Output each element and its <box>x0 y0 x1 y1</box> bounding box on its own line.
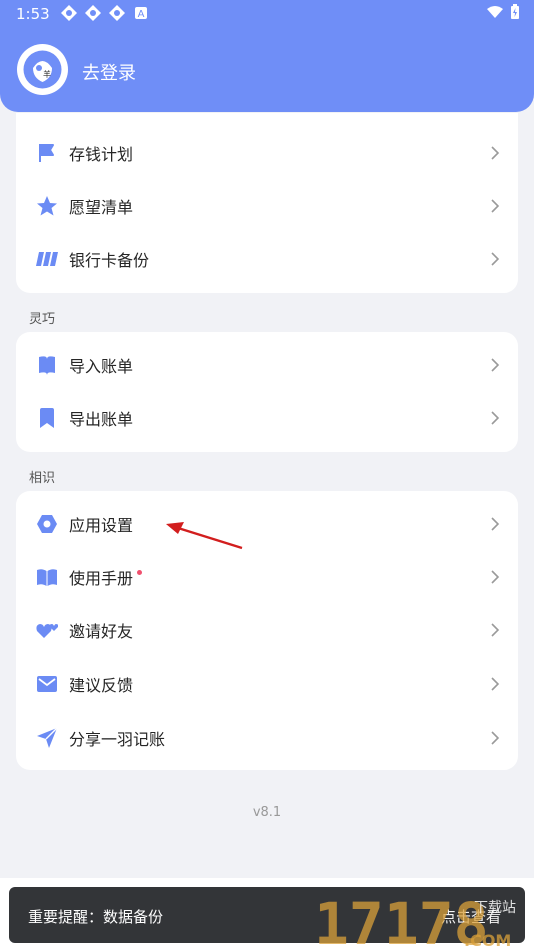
flag-icon <box>39 143 54 162</box>
svg-text:A: A <box>138 9 145 20</box>
mail-icon <box>37 675 57 692</box>
toast-message: 重要提醒：数据备份 <box>28 908 164 926</box>
avatar-glyph: 羊 <box>43 69 51 79</box>
new-badge-dot <box>137 570 142 575</box>
menu-item-label: 邀请好友 <box>69 621 134 641</box>
section-title-acquaint: 相识 <box>29 471 56 486</box>
notification-app-icon <box>109 5 125 21</box>
open-book-icon <box>37 568 57 586</box>
send-icon <box>37 727 58 748</box>
svg-text:下载站: 下载站 <box>474 900 516 916</box>
chevron-right-icon <box>491 410 500 425</box>
card-bills: 导入账单 导出账单 <box>16 332 518 452</box>
chevron-right-icon <box>491 622 500 637</box>
annotation-arrow-icon <box>166 522 243 550</box>
svg-text:17178: 17178 <box>314 890 489 950</box>
star-icon <box>37 195 57 215</box>
status-bar: 1:53 A <box>0 0 534 28</box>
card-app: 应用设置 使用手册 邀请好友 建议反馈 分享一羽记账 <box>16 491 518 770</box>
status-right-icons <box>486 4 520 20</box>
menu-item-label: 愿望清单 <box>69 197 134 217</box>
chevron-right-icon <box>491 145 500 160</box>
notification-app-icon <box>61 5 77 21</box>
hearts-icon <box>36 623 58 638</box>
card-features: 存钱计划 愿望清单 银行卡备份 <box>16 113 518 293</box>
chevron-right-icon <box>491 357 500 372</box>
avatar[interactable]: 羊 <box>17 44 68 95</box>
hexagon-settings-icon <box>37 514 57 533</box>
menu-item-wishlist[interactable]: 愿望清单 <box>16 179 518 232</box>
notification-a-icon: A <box>135 7 147 20</box>
menu-item-app-settings[interactable]: 应用设置 <box>16 497 518 550</box>
menu-item-savings-plan[interactable]: 存钱计划 <box>16 126 518 179</box>
status-notification-icons: A <box>60 4 150 22</box>
app-version: v8.1 <box>252 805 282 820</box>
bookmark-export-icon <box>40 407 54 428</box>
menu-item-feedback[interactable]: 建议反馈 <box>16 657 518 710</box>
chevron-right-icon <box>491 730 500 745</box>
chevron-right-icon <box>491 516 500 531</box>
watermark-logo-icon: 17178 下载站 .COM <box>314 890 516 950</box>
menu-item-label: 导出账单 <box>69 409 134 429</box>
menu-item-label: 建议反馈 <box>69 675 134 695</box>
app-logo-icon: 羊 <box>23 50 62 89</box>
battery-icon <box>511 4 519 19</box>
card-stripes-icon <box>36 251 58 266</box>
chevron-right-icon <box>491 569 500 584</box>
login-link[interactable]: 去登录 <box>82 59 136 85</box>
header: 1:53 A 羊 去登录 <box>0 0 534 112</box>
wifi-icon <box>487 6 503 18</box>
menu-item-label: 银行卡备份 <box>69 250 150 270</box>
menu-item-label: 导入账单 <box>69 356 134 376</box>
status-time: 1:53 <box>16 5 50 23</box>
notification-app-icon <box>85 5 101 21</box>
chevron-right-icon <box>491 198 500 213</box>
menu-item-label: 应用设置 <box>69 515 134 535</box>
menu-item-export-bills[interactable]: 导出账单 <box>16 391 518 444</box>
chevron-right-icon <box>491 251 500 266</box>
menu-item-label: 存钱计划 <box>69 144 134 164</box>
svg-text:.COM: .COM <box>464 931 511 950</box>
menu-item-invite-friends[interactable]: 邀请好友 <box>16 603 518 656</box>
section-title-smart: 灵巧 <box>29 312 56 327</box>
menu-item-label: 使用手册 <box>69 568 134 588</box>
menu-item-import-bills[interactable]: 导入账单 <box>16 338 518 391</box>
menu-item-label: 分享一羽记账 <box>69 729 166 749</box>
menu-item-share-app[interactable]: 分享一羽记账 <box>16 711 518 764</box>
book-import-icon <box>39 355 55 375</box>
chevron-right-icon <box>491 676 500 691</box>
menu-item-user-manual[interactable]: 使用手册 <box>16 550 518 603</box>
menu-item-bankcard-backup[interactable]: 银行卡备份 <box>16 232 518 285</box>
